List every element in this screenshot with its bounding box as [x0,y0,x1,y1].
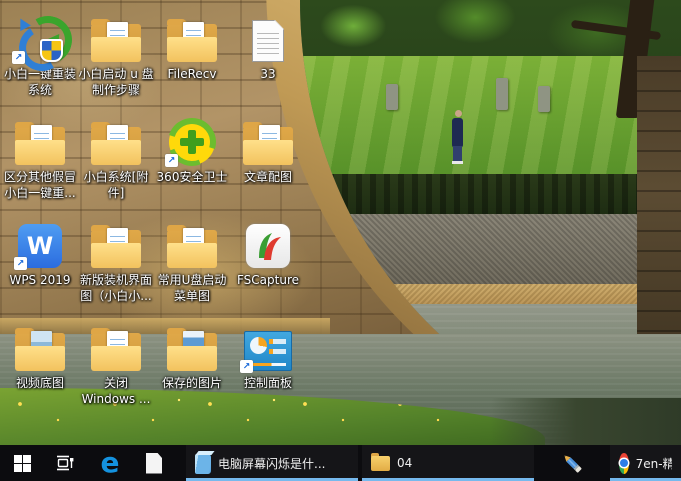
windows-logo-icon [14,455,31,472]
task-view-icon [56,453,76,473]
folder-icon [166,331,218,371]
person-figure [452,118,463,148]
blue-book-icon [195,454,211,474]
desktop-icon-xiaobai-system[interactable]: 小白系统[附件] [78,111,154,214]
pencil-icon [560,451,584,475]
edge-browser-button[interactable]: e [88,445,132,481]
chrome-icon [619,453,629,474]
gravel-bank-gold [300,284,681,306]
shortcut-arrow-icon: ↗ [14,257,27,270]
person-figure [455,110,462,117]
taskbar-app-chrome[interactable]: 7en-精品-电脑 [610,445,681,481]
folder-icon [166,22,218,62]
folder-icon [14,125,66,165]
dark-water-corner [491,398,681,445]
folder-icon [371,456,390,471]
desktop-icon-xiaobai-usb-steps[interactable]: 小白启动 u 盘制作步骤 [78,8,154,111]
folder-icon [14,331,66,371]
taskbar-app-label: 电脑屏幕闪烁是什... [218,455,325,472]
icon-label: FileRecv [168,67,217,83]
desktop[interactable]: ↗ 小白一键重装系统 小白启动 u 盘制作步骤 FileRecv 33 区分其他… [0,0,681,481]
icon-label: 33 [260,67,275,83]
desktop-icon-close-windows[interactable]: 关闭 Windows ... [78,317,154,420]
icon-label: 视频底图 [16,376,64,392]
taskbar: e 电脑屏幕闪烁是什... 04 [0,445,681,481]
folder-icon [166,228,218,268]
riverbank-wall [300,174,681,216]
desktop-icon-saved-pictures[interactable]: 保存的图片 [154,317,230,420]
taskbar-app-document[interactable]: 电脑屏幕闪烁是什... [186,445,358,481]
edge-icon: e [101,449,120,477]
person-figure [452,161,463,164]
standing-stone [496,78,508,110]
desktop-icon-wps-2019[interactable]: W ↗ WPS 2019 [2,214,78,317]
icon-label: 新版装机界面图（小白小... [78,273,154,304]
desktop-icon-grid: ↗ 小白一键重装系统 小白启动 u 盘制作步骤 FileRecv 33 区分其他… [2,8,306,420]
folder-icon [90,22,142,62]
desktop-icon-360-safe[interactable]: ↗ 360安全卫士 [154,111,230,214]
desktop-icon-fake-warning[interactable]: 区分其他假冒小白一键重... [2,111,78,214]
notepad-button[interactable] [132,445,176,481]
icon-label: 小白一键重装系统 [2,67,78,98]
desktop-icon-usb-boot-menu[interactable]: 常用U盘启动菜单图 [154,214,230,317]
icon-label: 360安全卫士 [157,170,228,186]
gravel-bank [300,214,681,286]
shortcut-arrow-icon: ↗ [165,154,178,167]
text-document-icon [252,20,284,62]
document-icon [146,453,162,474]
shortcut-arrow-icon: ↗ [240,360,253,373]
icon-label: 区分其他假冒小白一键重... [2,170,78,201]
desktop-icon-fscapture[interactable]: FSCapture [230,214,306,317]
folder-icon [90,125,142,165]
folder-icon [242,125,294,165]
desktop-icon-filerecv[interactable]: FileRecv [154,8,230,111]
taskbar-app-folder-04[interactable]: 04 [362,445,534,481]
desktop-icon-article-images[interactable]: 文章配图 [230,111,306,214]
taskbar-app-label: 7en-精品-电脑 [636,455,672,472]
icon-label: FSCapture [237,273,299,289]
folder-icon [90,228,142,268]
desktop-icon-control-panel[interactable]: ↗ 控制面板 [230,317,306,420]
icon-label: 保存的图片 [162,376,222,392]
desktop-icon-doc-33[interactable]: 33 [230,8,306,111]
fscapture-logo-icon [246,224,290,268]
icon-label: 控制面板 [244,376,292,392]
start-button[interactable] [0,445,44,481]
shortcut-arrow-icon: ↗ [12,51,25,64]
icon-label: WPS 2019 [9,273,70,289]
desktop-icon-xiaobai-reinstall[interactable]: ↗ 小白一键重装系统 [2,8,78,111]
standing-stone [386,84,398,110]
person-figure [453,146,462,162]
standing-stone [538,86,550,112]
icon-label: 文章配图 [244,170,292,186]
icon-label: 关闭 Windows ... [78,376,154,407]
taskbar-app-label: 04 [397,456,412,470]
desktop-icon-new-install-ui[interactable]: 新版装机界面图（小白小... [78,214,154,317]
task-view-button[interactable] [44,445,88,481]
icon-label: 常用U盘启动菜单图 [154,273,230,304]
desktop-icon-video-bg[interactable]: 视频底图 [2,317,78,420]
icon-label: 小白启动 u 盘制作步骤 [78,67,154,98]
icon-label: 小白系统[附件] [78,170,154,201]
taskbar-app-pencil[interactable] [538,445,606,481]
folder-icon [90,331,142,371]
